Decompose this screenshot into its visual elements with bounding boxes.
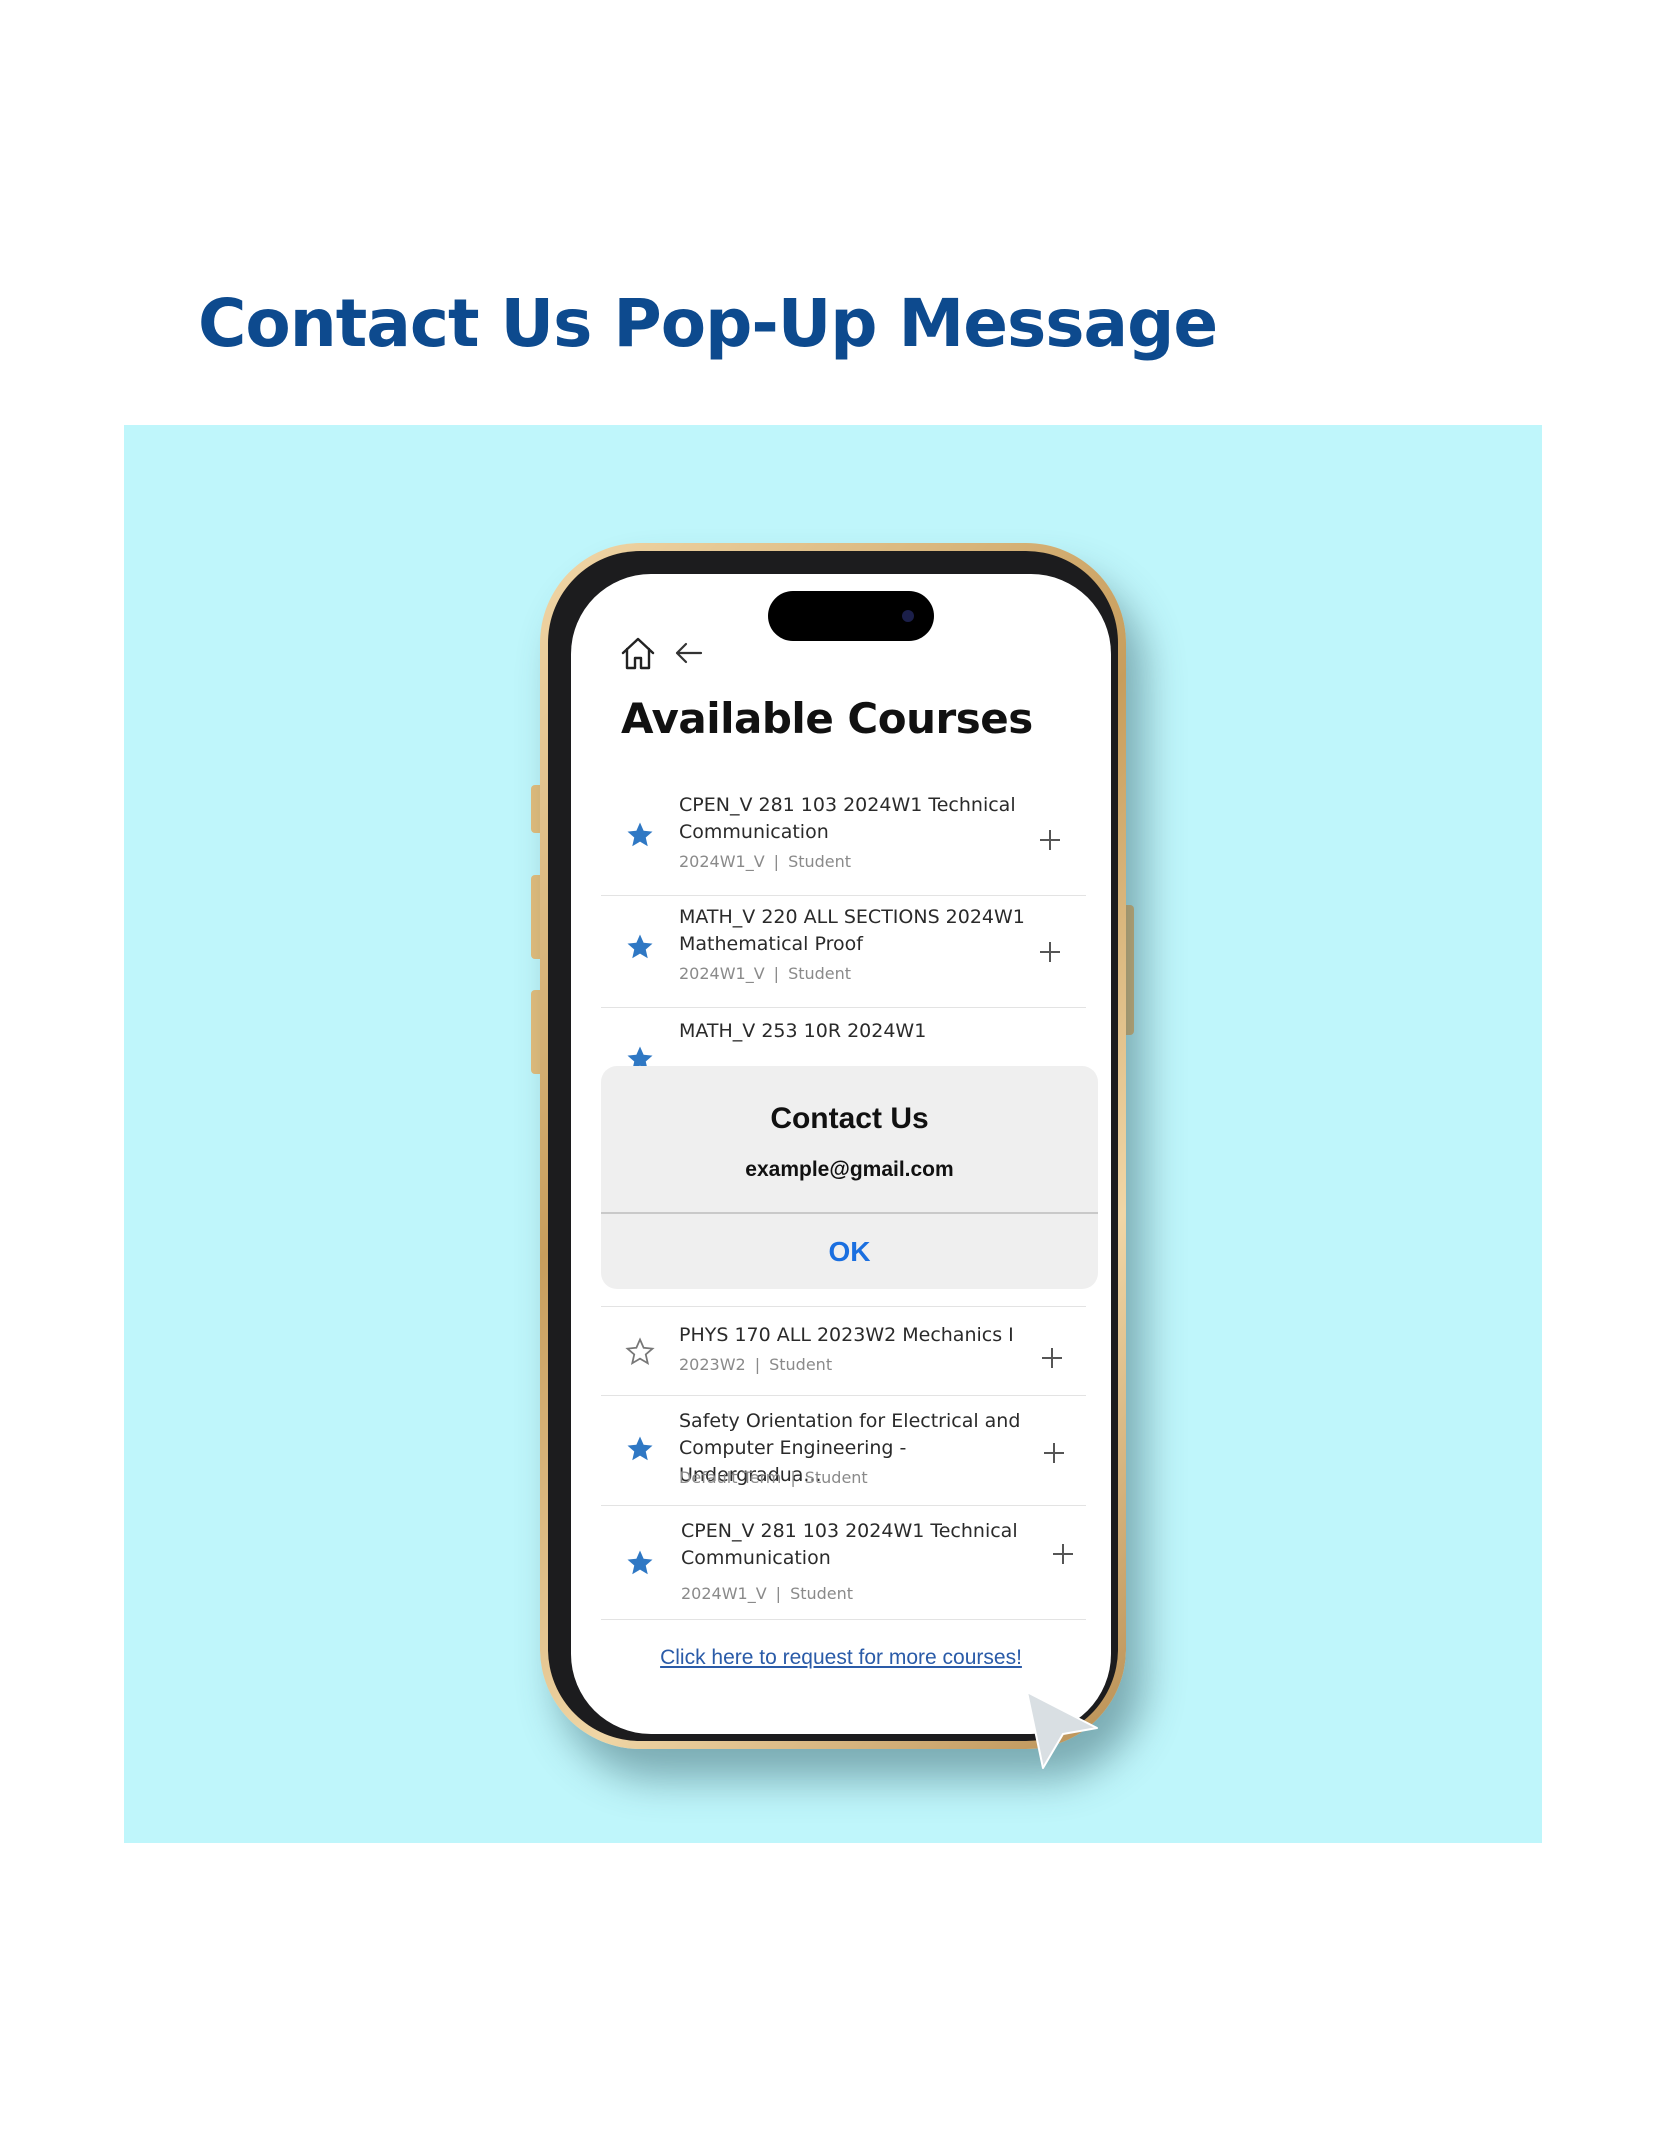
star-filled-icon[interactable] [625, 1044, 655, 1068]
dialog-title: Contact Us [770, 1102, 929, 1135]
star-filled-icon[interactable] [625, 932, 655, 962]
course-term: 2024W1_V [679, 852, 765, 871]
course-row[interactable]: CPEN_V 281 103 2024W1 Technical Communic… [601, 1506, 1086, 1620]
course-row[interactable]: Safety Orientation for Electrical and Co… [601, 1396, 1086, 1506]
star-filled-icon[interactable] [625, 1548, 655, 1578]
star-outline-icon[interactable] [625, 1337, 655, 1367]
course-term: 2024W1_V [679, 964, 765, 983]
course-row[interactable]: MATH_V 253 10R 2024W1 [601, 1008, 1086, 1068]
arrow-left-icon[interactable] [673, 640, 705, 666]
screen-title: Available Courses [621, 694, 1033, 743]
meta-separator: | [773, 964, 780, 983]
contact-us-dialog: Contact Us example@gmail.com OK [601, 1066, 1098, 1289]
meta-separator: | [775, 1584, 782, 1603]
page-heading: Contact Us Pop-Up Message [198, 285, 1218, 362]
course-row[interactable]: MATH_V 220 ALL SECTIONS 2024W1 Mathemati… [601, 896, 1086, 1008]
course-meta: Default Term | Student [679, 1468, 868, 1487]
dialog-email: example@gmail.com [745, 1158, 954, 1181]
row-divider [601, 1619, 1086, 1620]
meta-separator: | [790, 1468, 796, 1487]
phone-screen: Available Courses CPEN_V 281 103 2024W1 … [571, 574, 1111, 1734]
plus-icon[interactable] [1051, 1542, 1075, 1566]
ok-button[interactable]: OK [601, 1214, 1098, 1289]
course-term: 2023W2 [679, 1355, 746, 1374]
plus-icon[interactable] [1038, 828, 1062, 852]
course-term: 2024W1_V [681, 1584, 767, 1603]
course-term: Default Term [679, 1468, 782, 1487]
course-role: Student [788, 964, 852, 983]
course-role: Student [769, 1355, 833, 1374]
course-name: CPEN_V 281 103 2024W1 Technical Communic… [681, 1520, 1018, 1569]
home-icon[interactable] [619, 634, 657, 672]
course-meta: 2023W2 | Student [679, 1355, 832, 1374]
course-role: Student [790, 1584, 854, 1603]
cursor-pointer-icon [1026, 1691, 1098, 1769]
star-filled-icon[interactable] [625, 820, 655, 850]
course-meta: 2024W1_V | Student [681, 1584, 853, 1603]
course-meta: 2024W1_V | Student [679, 964, 851, 983]
course-name: MATH_V 253 10R 2024W1 [679, 1020, 927, 1042]
course-name: MATH_V 220 ALL SECTIONS 2024W1 Mathemati… [679, 906, 1025, 955]
course-row[interactable]: PHYS 170 ALL 2023W2 Mechanics I 2023W2 | S… [601, 1306, 1086, 1396]
plus-icon[interactable] [1042, 1441, 1066, 1465]
meta-separator: | [754, 1355, 761, 1374]
course-name: PHYS 170 ALL 2023W2 Mechanics I [679, 1324, 1014, 1346]
course-meta: 2024W1_V | Student [679, 852, 851, 871]
course-row[interactable]: CPEN_V 281 103 2024W1 Technical Communic… [601, 784, 1086, 896]
phone-bezel: Available Courses CPEN_V 281 103 2024W1 … [548, 551, 1118, 1741]
star-filled-icon[interactable] [625, 1434, 655, 1464]
course-role: Student [788, 852, 852, 871]
request-more-courses-link[interactable]: Click here to request for more courses! [571, 1646, 1111, 1670]
row-divider [601, 1306, 1086, 1307]
dynamic-island [768, 591, 934, 641]
meta-separator: | [773, 852, 780, 871]
plus-icon[interactable] [1040, 1346, 1064, 1370]
phone-frame: Available Courses CPEN_V 281 103 2024W1 … [540, 543, 1126, 1749]
course-role: Student [804, 1468, 868, 1487]
course-name: CPEN_V 281 103 2024W1 Technical Communic… [679, 794, 1016, 843]
plus-icon[interactable] [1038, 940, 1062, 964]
camera-icon [902, 610, 914, 622]
